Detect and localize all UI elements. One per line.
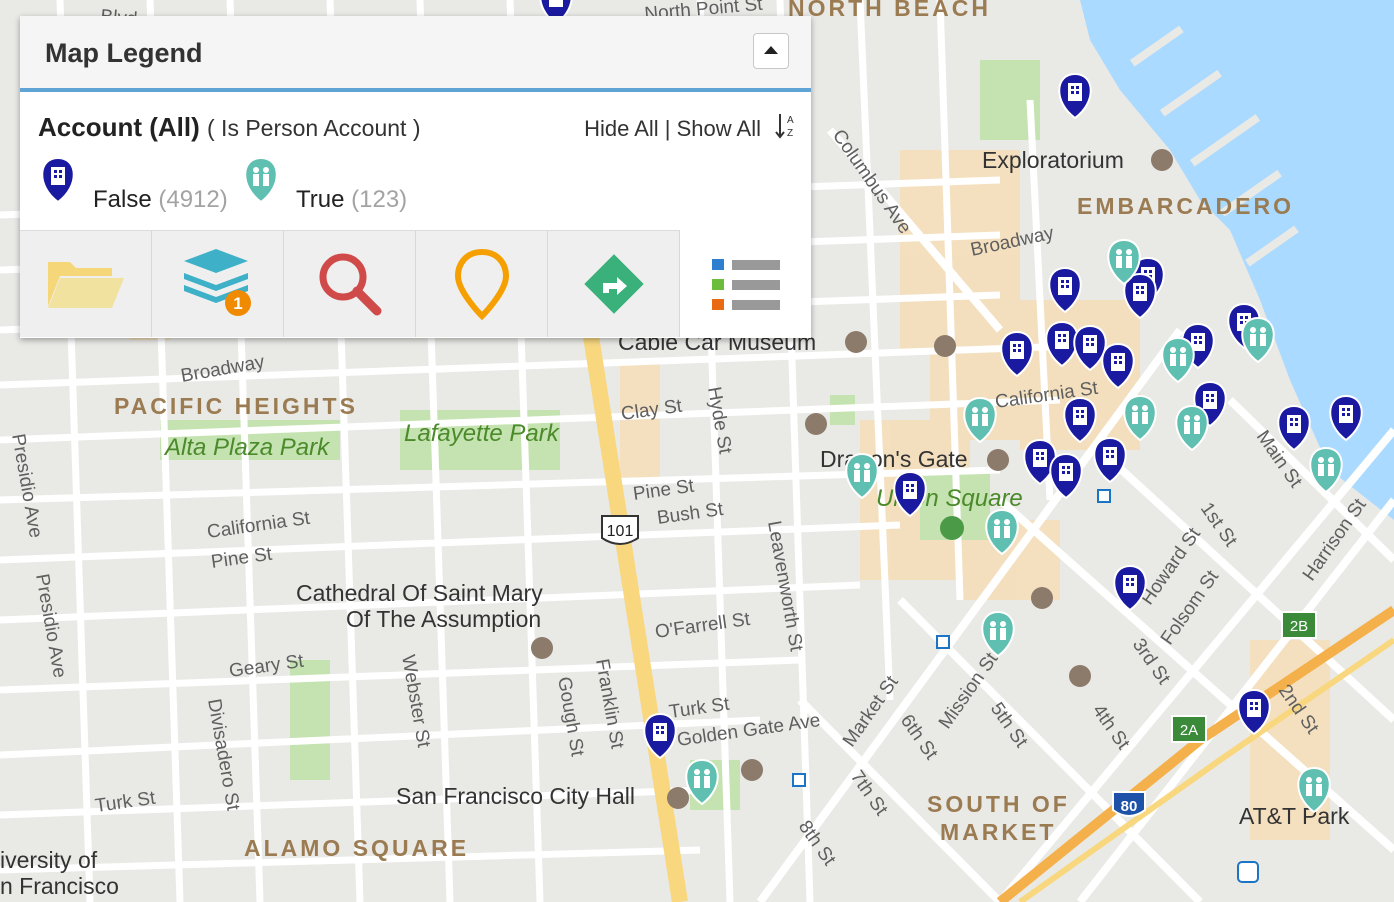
exit-2b: 2B (1281, 611, 1317, 639)
park-lafayette: Lafayette Park (404, 420, 561, 447)
poi-exploratorium: Exploratorium (982, 147, 1124, 173)
sort-az-icon[interactable]: A Z (775, 112, 799, 140)
hide-show-all-links[interactable]: Hide All | Show All (584, 116, 761, 142)
collapse-button[interactable] (753, 33, 789, 69)
district-south-of: SOUTH OF (927, 791, 1070, 817)
park-alta-plaza: Alta Plaza Park (163, 434, 331, 461)
svg-text:80: 80 (1121, 798, 1138, 815)
group-name: Account (All) (38, 112, 200, 142)
person-account-marker[interactable] (1175, 405, 1209, 451)
street-broadway-west: Broadway (179, 351, 266, 386)
map-toolbar: 1 (20, 230, 811, 338)
exit-2a: 2A (1171, 715, 1207, 743)
directions-icon (583, 254, 644, 314)
landmark-icon (805, 413, 827, 435)
street-gough: Gough St (553, 675, 588, 758)
svg-text:2B: 2B (1290, 618, 1308, 635)
district-alamo-square: ALAMO SQUARE (244, 835, 469, 861)
business-account-marker[interactable] (1093, 437, 1127, 483)
group-filter: ( Is Person Account ) (207, 115, 421, 141)
museum-icon (1031, 587, 1053, 609)
map-legend-panel: Map Legend Account (All) ( Is Person Acc… (20, 16, 811, 338)
person-marker-icon (244, 157, 278, 203)
search-icon (319, 253, 381, 316)
legend-item-count: (123) (351, 186, 408, 213)
poi-cathedral-line2: Of The Assumption (346, 606, 541, 632)
person-account-marker[interactable] (1241, 317, 1275, 363)
poi-cathedral-line1: Cathedral Of Saint Mary (296, 580, 543, 606)
legend-title: Map Legend (45, 38, 203, 68)
layers-badge: 1 (233, 294, 242, 313)
transit-icon (792, 773, 806, 787)
business-account-marker[interactable] (1049, 453, 1083, 499)
person-account-marker[interactable] (981, 611, 1015, 657)
street-6th: 6th St (896, 711, 942, 764)
poi-university-line1: iversity of (0, 847, 98, 873)
folder-icon (47, 262, 124, 308)
street-market: Market St (839, 672, 903, 751)
layers-icon: 1 (183, 249, 251, 316)
person-account-marker[interactable] (1161, 337, 1195, 383)
train-icon (1237, 861, 1259, 883)
street-franklin: Franklin St (591, 657, 628, 751)
svg-text:101: 101 (607, 523, 634, 540)
museum-icon (1151, 149, 1173, 171)
shield-80: 80 (1112, 791, 1146, 817)
drop-pin-button[interactable] (416, 230, 548, 337)
list-icon (711, 259, 780, 310)
street-hyde: Hyde St (703, 385, 736, 456)
district-embarcadero: EMBARCADERO (1077, 193, 1294, 219)
museum-icon (845, 331, 867, 353)
street-ofarrell: O'Farrell St (654, 609, 752, 643)
search-button[interactable] (284, 230, 416, 337)
district-pacific-heights: PACIFIC HEIGHTS (114, 393, 358, 419)
camera-icon (934, 335, 956, 357)
street-pine-west: Pine St (210, 544, 274, 573)
gate-icon (987, 449, 1009, 471)
street-presidio-1: Presidio Ave (7, 432, 46, 539)
business-account-marker[interactable] (1277, 405, 1311, 451)
svg-text:A: A (787, 115, 794, 126)
directions-button[interactable] (548, 230, 680, 337)
poi-dragons-gate: Dragon's Gate (820, 446, 968, 472)
government-icon (667, 787, 689, 809)
svg-text:2A: 2A (1180, 722, 1198, 739)
legend-item-label: True (296, 186, 345, 213)
church-icon (531, 637, 553, 659)
open-folder-button[interactable] (20, 230, 152, 337)
legend-item-label: False (93, 186, 152, 213)
street-divisadero: Divisadero St (203, 697, 243, 813)
district-north-beach: NORTH BEACH (788, 0, 991, 21)
poi-att-park: AT&T Park (1239, 803, 1350, 829)
business-marker-icon (41, 157, 75, 203)
museum-icon (1069, 665, 1091, 687)
poi-city-hall: San Francisco City Hall (396, 783, 635, 809)
list-view-button[interactable] (680, 230, 811, 336)
svg-text:Z: Z (787, 128, 793, 139)
legend-item-count: (4912) (158, 186, 228, 213)
legend-group-title[interactable]: Account (All) ( Is Person Account ) (38, 112, 420, 143)
street-california-west: California St (206, 508, 312, 543)
legend-header: Map Legend (20, 16, 811, 92)
shield-101: 101 (601, 515, 639, 545)
street-presidio-2: Presidio Ave (31, 572, 70, 679)
street-7th: 7th St (846, 767, 892, 820)
museum-icon (741, 759, 763, 781)
park-tree-icon (940, 516, 964, 540)
layers-button[interactable]: 1 (152, 230, 284, 337)
pin-icon (454, 248, 509, 320)
district-market: MARKET (940, 819, 1056, 845)
transit-icon (1097, 489, 1111, 503)
business-account-marker[interactable] (1058, 73, 1092, 119)
poi-university-line2: n Francisco (0, 873, 119, 899)
legend-body: Account (All) ( Is Person Account ) Hide… (20, 92, 811, 230)
transit-icon (936, 635, 950, 649)
